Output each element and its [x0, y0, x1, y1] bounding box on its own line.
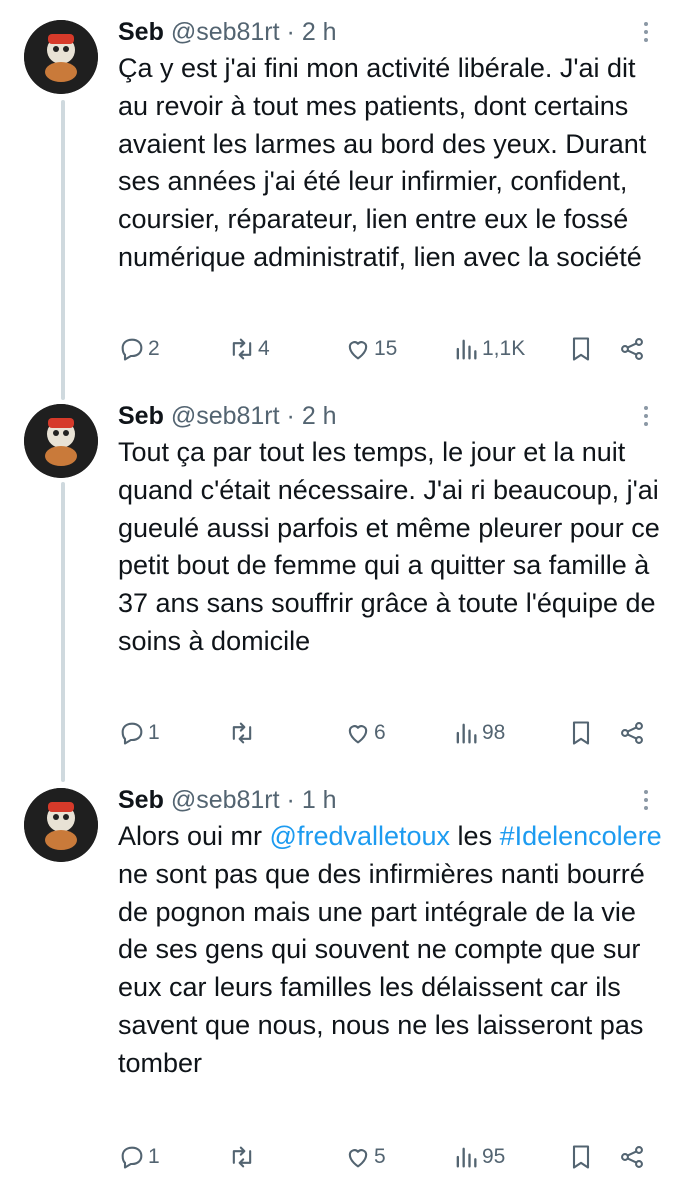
reply-button[interactable]: 1 — [118, 1140, 160, 1174]
retweet-button[interactable]: 4 — [228, 332, 270, 366]
tweet-text: Ça y est j'ai fini mon activité libérale… — [118, 53, 647, 272]
views-count: 95 — [482, 1145, 506, 1168]
tweet-actions: 1 6 98 — [118, 716, 658, 750]
like-count: 15 — [374, 337, 398, 360]
share-button[interactable] — [618, 716, 646, 750]
avatar[interactable] — [24, 20, 98, 94]
timestamp[interactable]: 1 h — [302, 786, 337, 814]
tweet-text: Alors oui mr @fredvalletoux les #Idelenc… — [118, 818, 663, 1083]
reply-button[interactable]: 2 — [118, 332, 160, 366]
like-count: 6 — [374, 721, 386, 744]
tweet-actions: 2 4 15 1,1K — [118, 332, 658, 366]
reply-icon — [121, 1146, 143, 1169]
views-icon — [456, 339, 477, 360]
like-icon — [348, 725, 368, 744]
timestamp[interactable]: 2 h — [302, 18, 337, 46]
bookmark-icon — [572, 1145, 590, 1169]
avatar[interactable] — [24, 404, 98, 478]
author-handle[interactable]: @seb81rt — [171, 402, 280, 430]
like-button[interactable]: 15 — [344, 332, 397, 366]
bookmark-button[interactable] — [567, 332, 595, 366]
retweet-icon — [232, 722, 252, 744]
reply-icon — [121, 722, 143, 745]
more-icon[interactable] — [641, 20, 651, 44]
like-button[interactable]: 6 — [344, 716, 386, 750]
retweet-icon — [232, 1146, 252, 1168]
author-handle[interactable]: @seb81rt — [171, 18, 280, 46]
tweet-text-suffix: ne sont pas que des infirmières nanti bo… — [118, 858, 645, 1078]
more-icon[interactable] — [641, 404, 651, 428]
author-handle[interactable]: @seb81rt — [171, 786, 280, 814]
reply-count: 2 — [148, 337, 160, 360]
like-button[interactable]: 5 — [344, 1140, 386, 1174]
retweet-count: 4 — [258, 337, 270, 360]
tweet-3[interactable]: Seb @seb81rt · 1 h Alors oui mr @fredval… — [0, 780, 685, 1190]
tweet-text: Tout ça par tout les temps, le jour et l… — [118, 437, 660, 656]
tweet-header: Seb @seb81rt · 1 h — [118, 780, 337, 820]
retweet-button[interactable] — [228, 1140, 258, 1174]
bookmark-button[interactable] — [567, 1140, 595, 1174]
views-button[interactable]: 1,1K — [452, 332, 525, 366]
views-button[interactable]: 95 — [452, 1140, 505, 1174]
reply-icon — [121, 338, 143, 361]
tweet-1[interactable]: Seb @seb81rt · 2 h Ça y est j'ai fini mo… — [0, 12, 685, 387]
like-icon — [348, 341, 368, 360]
author-name[interactable]: Seb — [118, 18, 164, 46]
more-icon[interactable] — [641, 788, 651, 812]
retweet-icon — [232, 338, 252, 360]
views-count: 98 — [482, 721, 506, 744]
separator-dot: · — [286, 18, 295, 46]
views-icon — [456, 723, 477, 744]
reply-count: 1 — [148, 1145, 160, 1168]
tweet-2[interactable]: Seb @seb81rt · 2 h Tout ça par tout les … — [0, 396, 685, 776]
share-button[interactable] — [618, 1140, 646, 1174]
bookmark-icon — [572, 721, 590, 745]
retweet-button[interactable] — [228, 716, 258, 750]
hashtag-link[interactable]: #Idelencolere — [500, 821, 662, 851]
views-icon — [456, 1147, 477, 1168]
author-name[interactable]: Seb — [118, 786, 164, 814]
tweet-text-prefix: Alors oui mr — [118, 821, 270, 851]
avatar[interactable] — [24, 788, 98, 862]
reply-count: 1 — [148, 721, 160, 744]
tweet-text-mid: les — [450, 821, 500, 851]
tweet-actions: 1 5 95 — [118, 1140, 658, 1174]
separator-dot: · — [286, 786, 295, 814]
share-icon — [621, 1146, 643, 1168]
like-icon — [348, 1149, 368, 1168]
separator-dot: · — [286, 402, 295, 430]
tweet-header: Seb @seb81rt · 2 h — [118, 396, 337, 436]
mention-link[interactable]: @fredvalletoux — [270, 821, 451, 851]
views-count: 1,1K — [482, 337, 526, 360]
views-button[interactable]: 98 — [452, 716, 505, 750]
timestamp[interactable]: 2 h — [302, 402, 337, 430]
tweet-header: Seb @seb81rt · 2 h — [118, 12, 337, 52]
bookmark-icon — [572, 337, 590, 361]
share-icon — [621, 722, 643, 744]
share-button[interactable] — [618, 332, 646, 366]
reply-button[interactable]: 1 — [118, 716, 160, 750]
like-count: 5 — [374, 1145, 386, 1168]
bookmark-button[interactable] — [567, 716, 595, 750]
share-icon — [621, 338, 643, 360]
author-name[interactable]: Seb — [118, 402, 164, 430]
